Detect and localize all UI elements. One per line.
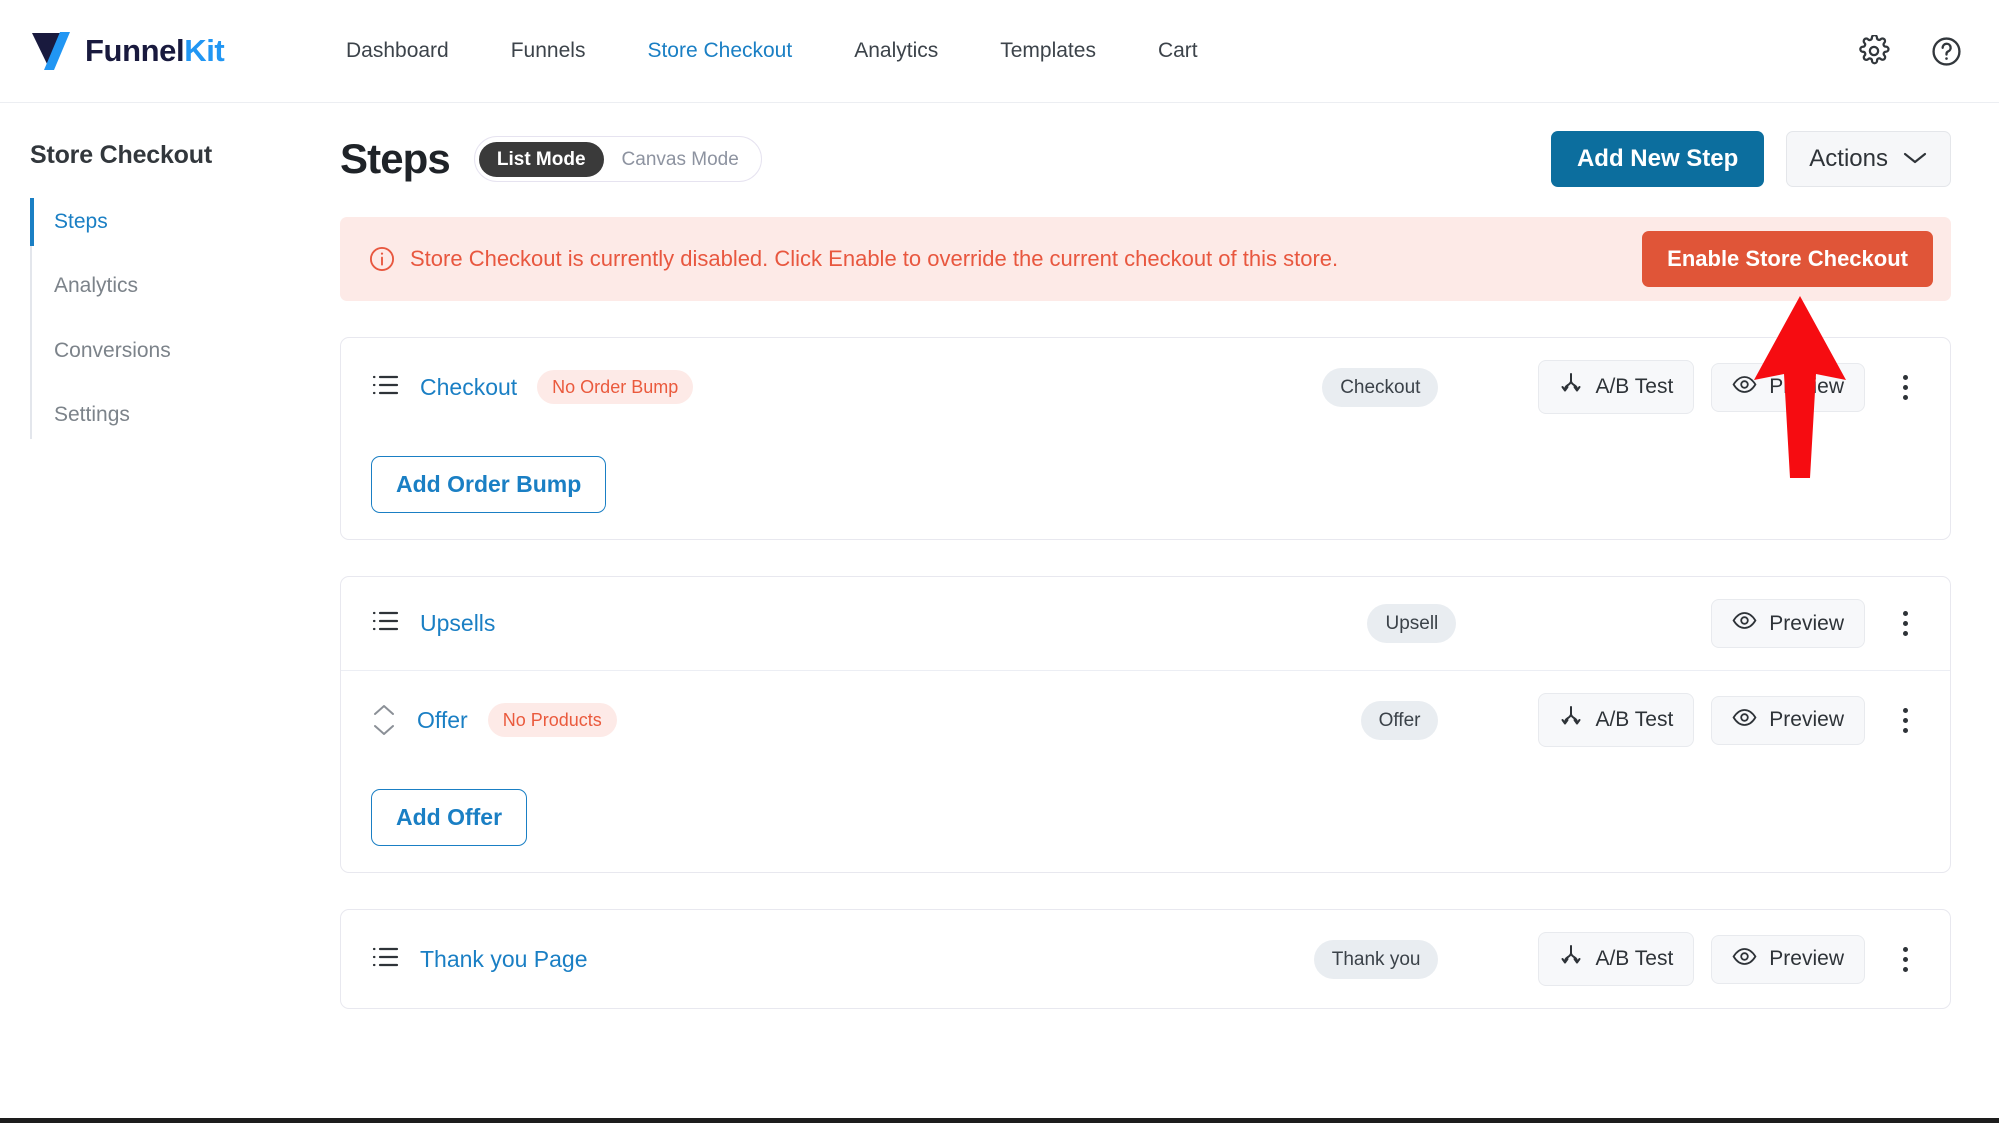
step-row-offer: Offer No Products Offer A/B Test Preview <box>341 670 1950 769</box>
preview-button-offer[interactable]: Preview <box>1711 695 1865 745</box>
step-row-actions: Thank you A/B Test Preview <box>1313 932 1922 986</box>
ab-test-label: A/B Test <box>1595 375 1674 398</box>
step-row-left: Checkout No Order Bump <box>371 370 694 404</box>
ab-test-label: A/B Test <box>1595 947 1674 970</box>
page-body: Store Checkout Steps Analytics Conversio… <box>0 103 1999 1122</box>
more-options-kebab-offer[interactable] <box>1888 700 1922 740</box>
funnelkit-logo[interactable]: FunnelKit <box>30 30 280 72</box>
step-row-upsells: Upsells Upsell Preview <box>341 577 1950 670</box>
notice-text: Store Checkout is currently disabled. Cl… <box>410 245 1339 271</box>
nav-item-store-checkout[interactable]: Store Checkout <box>647 29 792 73</box>
list-icon <box>371 609 400 638</box>
ab-test-split-icon <box>1559 705 1583 735</box>
card-footer-upsells: Add Offer <box>341 769 1950 872</box>
step-row-actions: Upsell Preview <box>1367 599 1922 648</box>
header-actions: Add New Step Actions <box>1550 131 1951 187</box>
view-mode-toggle: List Mode Canvas Mode <box>473 136 762 182</box>
card-footer-checkout: Add Order Bump <box>341 436 1950 539</box>
preview-label: Preview <box>1769 947 1844 970</box>
main-content: Steps List Mode Canvas Mode Add New Step… <box>298 103 1999 1122</box>
step-type-badge-thank-you: Thank you <box>1313 939 1439 979</box>
nav-item-cart[interactable]: Cart <box>1158 29 1198 73</box>
step-row-left: Upsells <box>371 609 495 638</box>
status-badge-no-products: No Products <box>487 703 617 737</box>
preview-label: Preview <box>1769 708 1844 731</box>
preview-label: Preview <box>1769 611 1844 635</box>
step-card-upsells: Upsells Upsell Preview Offer No Products… <box>340 576 1951 873</box>
ab-test-label: A/B Test <box>1595 708 1674 731</box>
step-name-upsells[interactable]: Upsells <box>420 610 495 637</box>
sidebar-item-analytics[interactable]: Analytics <box>32 262 298 310</box>
gear-icon[interactable] <box>1857 34 1891 68</box>
sidebar-title: Store Checkout <box>30 141 212 169</box>
primary-nav: Dashboard Funnels Store Checkout Analyti… <box>346 29 1198 73</box>
nav-item-funnels[interactable]: Funnels <box>511 29 586 73</box>
eye-icon <box>1732 611 1757 636</box>
step-row-left: Thank you Page <box>371 945 588 974</box>
chevron-down-icon <box>1902 145 1928 173</box>
ab-test-button-thank-you[interactable]: A/B Test <box>1538 932 1695 986</box>
ab-test-button-offer[interactable]: A/B Test <box>1538 693 1695 747</box>
step-row-actions: Checkout A/B Test Preview <box>1322 360 1922 414</box>
list-icon <box>371 373 400 402</box>
step-card-thank-you: Thank you Page Thank you A/B Test Previe… <box>340 909 1951 1009</box>
add-order-bump-button[interactable]: Add Order Bump <box>371 456 607 513</box>
sidebar-item-steps[interactable]: Steps <box>30 198 298 247</box>
status-badge-no-order-bump: No Order Bump <box>537 370 694 404</box>
step-name-checkout[interactable]: Checkout <box>420 374 517 401</box>
logo-text-accent: Kit <box>184 33 225 68</box>
step-row-thank-you: Thank you Page Thank you A/B Test Previe… <box>341 910 1950 1008</box>
step-name-thank-you-page[interactable]: Thank you Page <box>420 946 588 973</box>
preview-button-thank-you[interactable]: Preview <box>1711 934 1865 984</box>
preview-label: Preview <box>1769 375 1844 398</box>
step-row-actions: Offer A/B Test Preview <box>1360 693 1922 747</box>
preview-button-checkout[interactable]: Preview <box>1711 362 1865 412</box>
step-row-left: Offer No Products <box>371 703 617 737</box>
nav-item-templates[interactable]: Templates <box>1000 29 1096 73</box>
ab-test-split-icon <box>1559 944 1583 974</box>
page-title: Steps <box>340 135 451 182</box>
step-row-checkout: Checkout No Order Bump Checkout A/B Test… <box>341 338 1950 436</box>
info-circle-icon <box>368 245 396 273</box>
logo-wordmark: FunnelKit <box>85 33 225 69</box>
sidebar-nav: Steps Analytics Conversions Settings <box>30 198 298 439</box>
step-type-badge-checkout: Checkout <box>1322 367 1439 407</box>
sidebar: Store Checkout Steps Analytics Conversio… <box>0 103 298 1122</box>
actions-dropdown-button[interactable]: Actions <box>1786 131 1951 187</box>
more-options-kebab-upsells[interactable] <box>1888 604 1922 644</box>
step-type-badge-upsell: Upsell <box>1367 604 1457 643</box>
top-bar-actions <box>1857 34 1963 68</box>
bottom-divider <box>0 1118 1999 1123</box>
canvas-mode-button[interactable]: Canvas Mode <box>604 142 757 177</box>
sort-handle-icon[interactable] <box>371 703 397 737</box>
sidebar-item-conversions[interactable]: Conversions <box>32 327 298 375</box>
more-options-kebab-checkout[interactable] <box>1888 367 1922 407</box>
logo-text-primary: Funnel <box>85 33 185 68</box>
actions-label: Actions <box>1809 145 1888 172</box>
step-card-checkout: Checkout No Order Bump Checkout A/B Test… <box>340 337 1951 540</box>
enable-store-checkout-button[interactable]: Enable Store Checkout <box>1642 231 1933 287</box>
add-offer-button[interactable]: Add Offer <box>371 789 528 846</box>
eye-icon <box>1732 708 1757 733</box>
eye-icon <box>1732 375 1757 400</box>
more-options-kebab-thank-you[interactable] <box>1888 939 1922 979</box>
nav-item-analytics[interactable]: Analytics <box>854 29 938 73</box>
sidebar-item-settings[interactable]: Settings <box>32 391 298 439</box>
add-new-step-button[interactable]: Add New Step <box>1550 131 1765 187</box>
nav-item-dashboard[interactable]: Dashboard <box>346 29 449 73</box>
step-name-offer[interactable]: Offer <box>417 707 468 734</box>
list-icon <box>371 945 400 974</box>
funnelkit-logo-icon <box>30 30 76 72</box>
store-checkout-disabled-notice: Store Checkout is currently disabled. Cl… <box>340 217 1951 301</box>
question-circle-icon[interactable] <box>1929 34 1963 68</box>
top-navigation-bar: FunnelKit Dashboard Funnels Store Checko… <box>0 0 1999 103</box>
page-header: Steps List Mode Canvas Mode Add New Step… <box>340 131 1951 187</box>
preview-button-upsells[interactable]: Preview <box>1711 599 1865 648</box>
step-type-badge-offer: Offer <box>1360 700 1439 740</box>
ab-test-button-checkout[interactable]: A/B Test <box>1538 360 1695 414</box>
ab-test-split-icon <box>1559 372 1583 402</box>
list-mode-button[interactable]: List Mode <box>478 141 604 177</box>
eye-icon <box>1732 947 1757 972</box>
